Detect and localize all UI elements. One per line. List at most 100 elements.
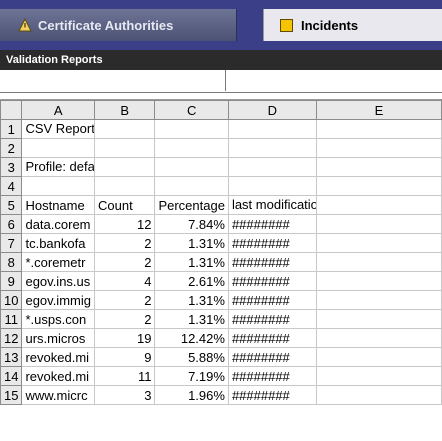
- column-header-e[interactable]: E: [315, 100, 442, 120]
- row-header[interactable]: 9: [0, 271, 23, 291]
- cell[interactable]: [315, 233, 442, 253]
- column-header-b[interactable]: B: [93, 100, 156, 120]
- cell[interactable]: [315, 385, 442, 405]
- count-cell[interactable]: 4: [93, 271, 156, 291]
- count-cell[interactable]: 2: [93, 309, 156, 329]
- row-header[interactable]: 2: [0, 138, 23, 158]
- cell[interactable]: [315, 271, 442, 291]
- cell[interactable]: [21, 138, 95, 158]
- column-header-c[interactable]: C: [154, 100, 229, 120]
- table-row: 8 *.coremetr 2 1.31% ########: [0, 252, 442, 272]
- percentage-cell[interactable]: 1.31%: [154, 252, 229, 272]
- last-modification-cell[interactable]: ########: [227, 309, 317, 329]
- cell[interactable]: [154, 157, 229, 177]
- row-header[interactable]: 4: [0, 176, 23, 196]
- last-modification-cell[interactable]: ########: [227, 366, 317, 386]
- last-modification-cell[interactable]: ########: [227, 385, 317, 405]
- count-cell[interactable]: 2: [93, 252, 156, 272]
- row-header[interactable]: 5: [0, 195, 23, 215]
- count-cell[interactable]: 12: [93, 214, 156, 234]
- hostname-cell[interactable]: tc.bankofa: [21, 233, 95, 253]
- cell[interactable]: [315, 119, 442, 139]
- cell[interactable]: [154, 176, 229, 196]
- cell[interactable]: [315, 366, 442, 386]
- count-cell[interactable]: 19: [93, 328, 156, 348]
- cell[interactable]: [227, 157, 317, 177]
- last-modification-cell[interactable]: ########: [227, 328, 317, 348]
- hostname-header-cell[interactable]: Hostname: [21, 195, 95, 215]
- cell[interactable]: [21, 176, 95, 196]
- row-header[interactable]: 11: [0, 309, 23, 329]
- cell[interactable]: [93, 138, 156, 158]
- percentage-cell[interactable]: 1.96%: [154, 385, 229, 405]
- tab-certificate-authorities[interactable]: Certificate Authorities: [0, 9, 237, 41]
- cell[interactable]: [227, 119, 317, 139]
- count-cell[interactable]: 3: [93, 385, 156, 405]
- row-header[interactable]: 7: [0, 233, 23, 253]
- last-modification-cell[interactable]: ########: [227, 271, 317, 291]
- cell[interactable]: [227, 176, 317, 196]
- percentage-cell[interactable]: 7.84%: [154, 214, 229, 234]
- column-header-a[interactable]: A: [21, 100, 95, 120]
- cell[interactable]: [227, 138, 317, 158]
- row-header[interactable]: 15: [0, 385, 23, 405]
- cell[interactable]: [315, 290, 442, 310]
- last-modification-cell[interactable]: ########: [227, 252, 317, 272]
- row-header[interactable]: 14: [0, 366, 23, 386]
- row-header[interactable]: 12: [0, 328, 23, 348]
- cell[interactable]: [315, 347, 442, 367]
- last-modification-cell[interactable]: ########: [227, 290, 317, 310]
- cell[interactable]: [315, 157, 442, 177]
- hostname-cell[interactable]: *.usps.con: [21, 309, 95, 329]
- row-header[interactable]: 3: [0, 157, 23, 177]
- percentage-cell[interactable]: 1.31%: [154, 233, 229, 253]
- cell[interactable]: [315, 214, 442, 234]
- count-cell[interactable]: 2: [93, 233, 156, 253]
- cell[interactable]: [154, 119, 229, 139]
- hostname-cell[interactable]: egov.ins.us: [21, 271, 95, 291]
- last-modification-cell[interactable]: ########: [227, 233, 317, 253]
- row-header[interactable]: 8: [0, 252, 23, 272]
- last-modification-cell[interactable]: ########: [227, 214, 317, 234]
- hostname-cell[interactable]: revoked.mi: [21, 347, 95, 367]
- hostname-cell[interactable]: egov.immig: [21, 290, 95, 310]
- row-header[interactable]: 10: [0, 290, 23, 310]
- cell[interactable]: [315, 138, 442, 158]
- count-cell[interactable]: 2: [93, 290, 156, 310]
- percentage-cell[interactable]: 5.88%: [154, 347, 229, 367]
- percentage-cell[interactable]: 12.42%: [154, 328, 229, 348]
- cell[interactable]: [315, 328, 442, 348]
- cell[interactable]: [93, 157, 156, 177]
- percentage-cell[interactable]: 1.31%: [154, 309, 229, 329]
- hostname-cell[interactable]: www.micrc: [21, 385, 95, 405]
- row-header[interactable]: 1: [0, 119, 23, 139]
- percentage-cell[interactable]: 2.61%: [154, 271, 229, 291]
- cell[interactable]: [93, 119, 156, 139]
- name-box[interactable]: [0, 70, 226, 91]
- percentage-cell[interactable]: 7.19%: [154, 366, 229, 386]
- last-modification-header-cell[interactable]: last modification: [227, 195, 317, 215]
- cell[interactable]: [315, 252, 442, 272]
- cell[interactable]: [154, 138, 229, 158]
- percentage-header-cell[interactable]: Percentage: [154, 195, 229, 215]
- profile-cell[interactable]: Profile: default_default: [21, 157, 95, 177]
- report-title-cell[interactable]: CSV Report of EVA - Incidents: [21, 119, 95, 139]
- percentage-cell[interactable]: 1.31%: [154, 290, 229, 310]
- count-cell[interactable]: 11: [93, 366, 156, 386]
- hostname-cell[interactable]: revoked.mi: [21, 366, 95, 386]
- select-all-corner[interactable]: [0, 100, 23, 120]
- cell[interactable]: [315, 176, 442, 196]
- cell[interactable]: [315, 195, 442, 215]
- hostname-cell[interactable]: urs.micros: [21, 328, 95, 348]
- cell[interactable]: [93, 176, 156, 196]
- last-modification-cell[interactable]: ########: [227, 347, 317, 367]
- row-header[interactable]: 6: [0, 214, 23, 234]
- count-cell[interactable]: 9: [93, 347, 156, 367]
- tab-incidents[interactable]: Incidents: [263, 9, 442, 41]
- row-header[interactable]: 13: [0, 347, 23, 367]
- hostname-cell[interactable]: *.coremetr: [21, 252, 95, 272]
- column-header-d[interactable]: D: [227, 100, 317, 120]
- cell[interactable]: [315, 309, 442, 329]
- count-header-cell[interactable]: Count: [93, 195, 156, 215]
- hostname-cell[interactable]: data.corem: [21, 214, 95, 234]
